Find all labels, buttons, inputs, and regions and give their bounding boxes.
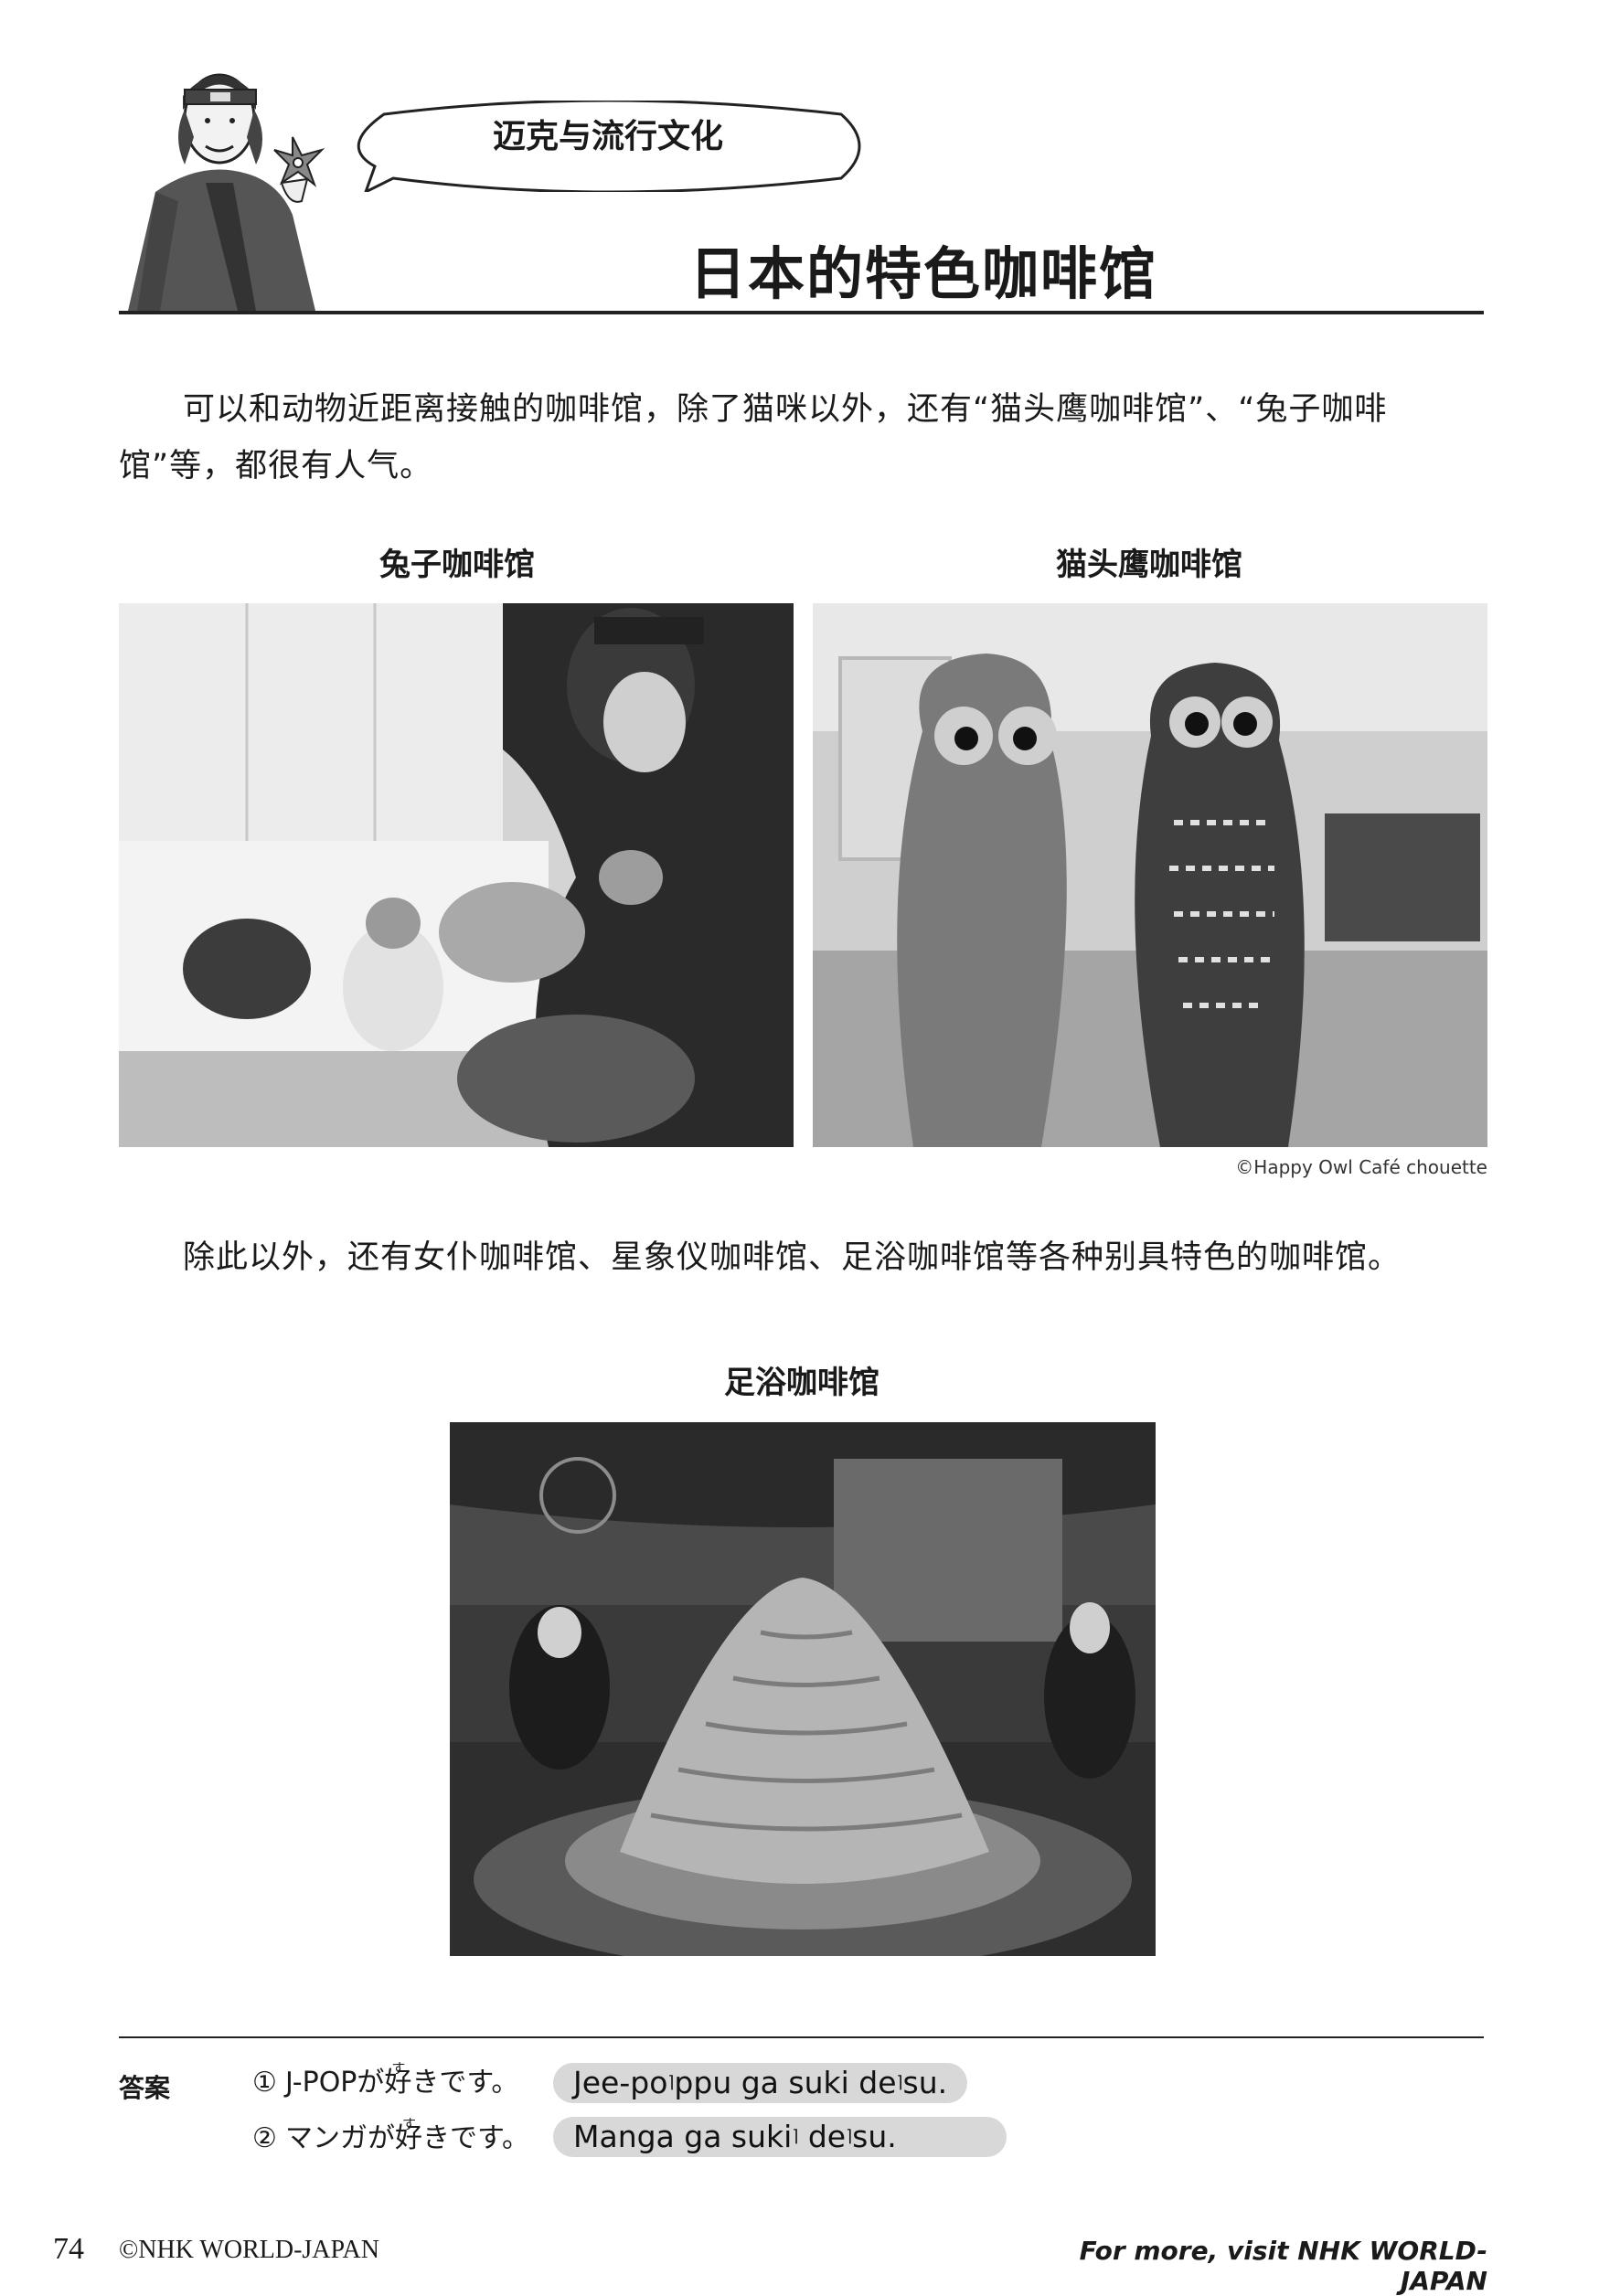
owl-cafe-photo xyxy=(813,603,1487,1147)
answer-text-post: きです。 xyxy=(411,2067,519,2099)
title-rule xyxy=(119,311,1484,314)
romaji-part: Jee-po xyxy=(573,2065,668,2100)
footer-visit-link[interactable]: For more, visit NHK WORLD-JAPAN xyxy=(1006,2236,1487,2296)
furigana: す xyxy=(402,2116,417,2132)
furigana: す xyxy=(391,2060,406,2077)
romaji-part: ppu ga suki de xyxy=(674,2065,897,2100)
romaji-part: Manga ga suki xyxy=(573,2119,793,2154)
answer-text-post: きです。 xyxy=(422,2122,529,2154)
answer-number: ② xyxy=(252,2122,277,2154)
romaji-answer-2: Manga ga suki⌉ de⌉su. xyxy=(553,2117,1007,2157)
kanji-with-furigana: す好 xyxy=(395,2116,422,2159)
answer-text-pre: J-POPが xyxy=(285,2067,385,2099)
answer-row-2: ② マンガがす好きです。 xyxy=(252,2116,529,2159)
kanji-with-furigana: す好 xyxy=(384,2060,411,2103)
rabbit-cafe-caption: 兔子咖啡馆 xyxy=(379,547,535,583)
romaji-part: de xyxy=(798,2119,847,2154)
answer-number: ① xyxy=(252,2067,277,2099)
intro-paragraph: 可以和动物近距离接触的咖啡馆，除了猫咪以外，还有“猫头鹰咖啡馆”、“兔子咖啡馆”… xyxy=(119,391,1388,484)
page-title: 日本的特色咖啡馆 xyxy=(688,240,1157,307)
footer-copyright: ©NHK WORLD-JAPAN xyxy=(119,2236,379,2264)
romaji-part: su. xyxy=(902,2065,948,2100)
rabbit-cafe-photo xyxy=(119,603,794,1147)
owl-photo-credit: ©Happy Owl Café chouette xyxy=(1235,1156,1487,1178)
more-cafes-paragraph: 除此以外，还有女仆咖啡馆、星象仪咖啡馆、足浴咖啡馆等各种别具特色的咖啡馆。 xyxy=(183,1239,1402,1276)
accent-mark-icon: ⌉ xyxy=(896,2073,903,2092)
answer-text-pre: マンガが xyxy=(285,2122,395,2154)
romaji-answer-1: Jee-po⌉ppu ga suki de⌉su. xyxy=(553,2063,968,2103)
answer-divider xyxy=(119,2036,1484,2038)
romaji-part: su. xyxy=(852,2119,897,2154)
answer-row-1: ① J-POPがす好きです。 xyxy=(252,2060,519,2103)
foot-bath-cafe-caption: 足浴咖啡馆 xyxy=(724,1365,879,1401)
foot-bath-cafe-photo xyxy=(450,1422,1156,1956)
bubble-text: 迈克与流行文化 xyxy=(492,118,723,155)
answer-label: 答案 xyxy=(119,2073,171,2103)
owl-cafe-caption: 猫头鹰咖啡馆 xyxy=(1056,547,1242,583)
page-number: 74 xyxy=(53,2232,84,2266)
